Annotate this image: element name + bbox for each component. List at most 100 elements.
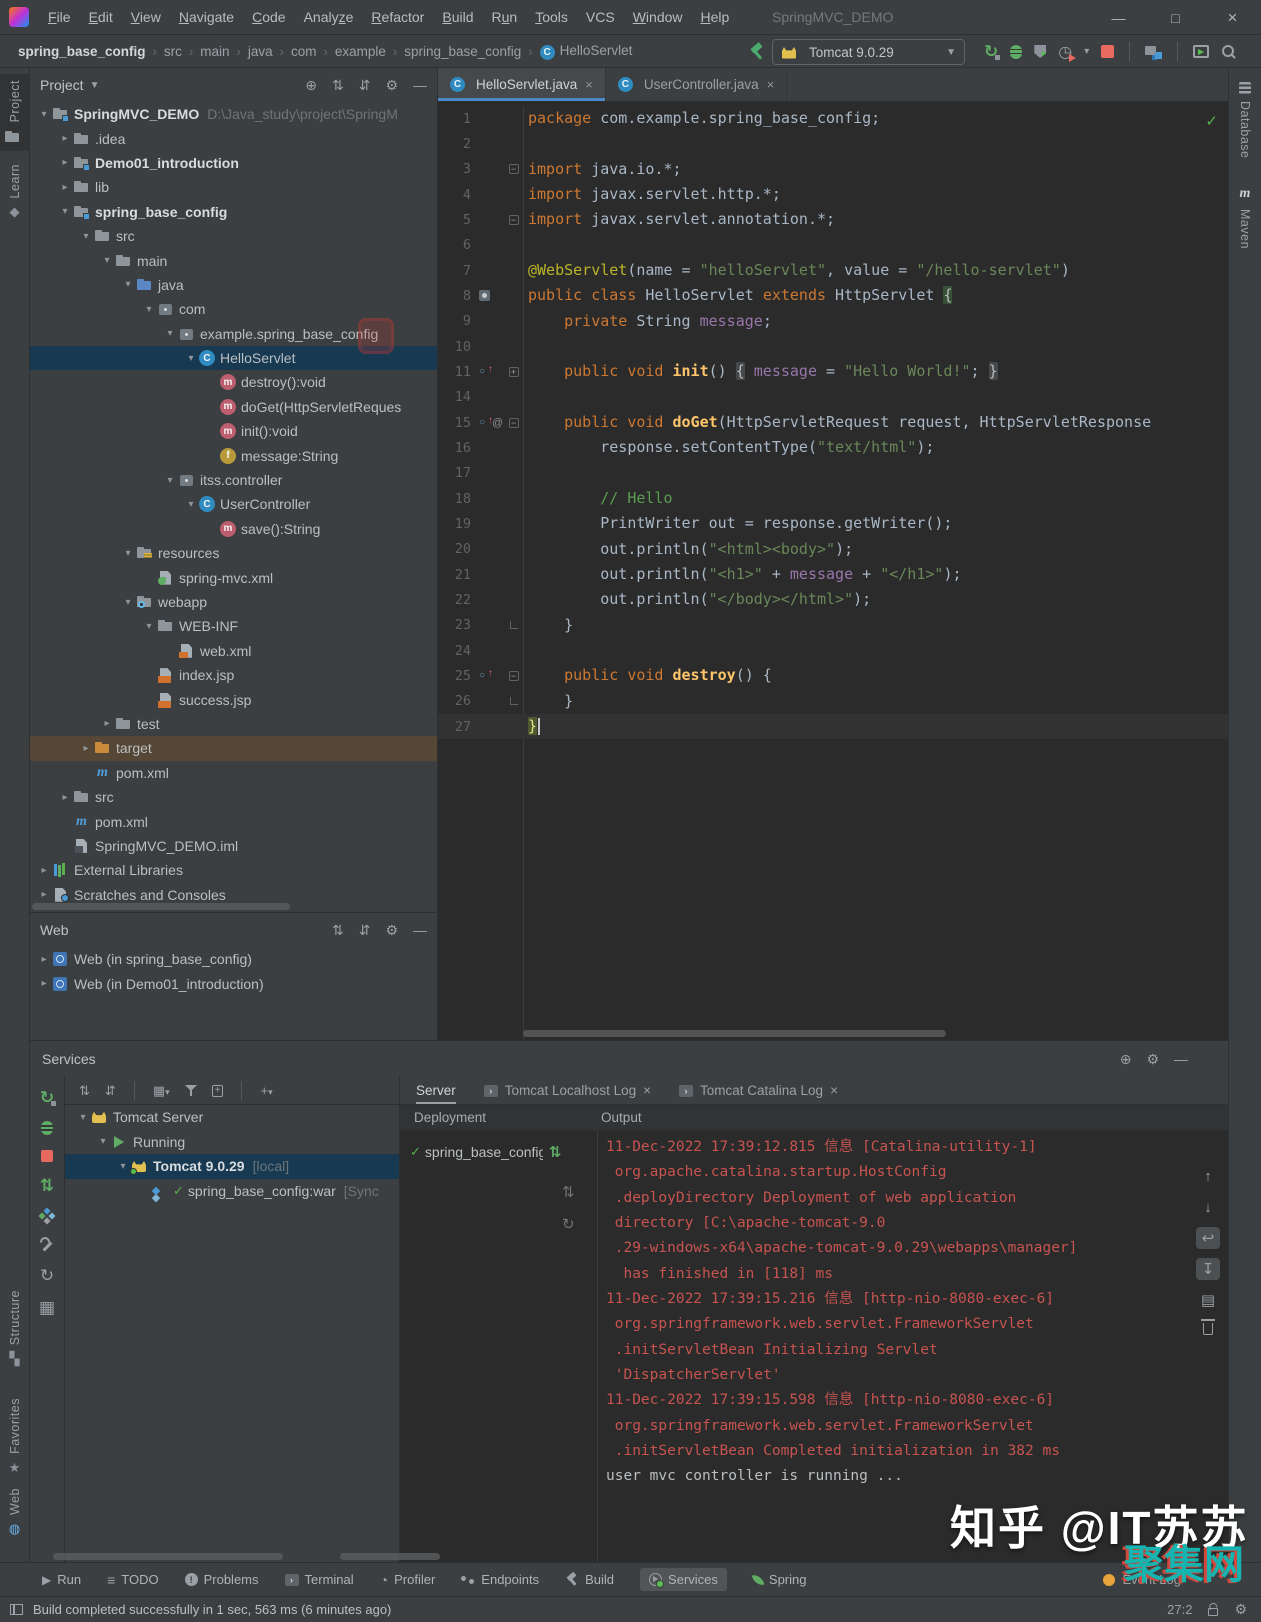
class-marker-icon[interactable] (479, 290, 490, 301)
tree-item-message-string[interactable]: message:String (30, 443, 437, 467)
code-line[interactable]: 22 out.println("</body></html>"); (438, 587, 1228, 612)
code-line[interactable]: 7@WebServlet(name = "helloServlet", valu… (438, 258, 1228, 283)
stripe-tab-project[interactable]: Project (0, 74, 29, 151)
tree-item-springmvc-demo[interactable]: ▾SpringMVC_DEMOD:\Java_study\project\Spr… (30, 102, 437, 126)
code-line[interactable]: 27} (438, 714, 1228, 739)
menu-run[interactable]: Run (483, 9, 527, 25)
stripe-tab-learn[interactable]: Learn◆ (0, 164, 29, 218)
tree-item-web-xml[interactable]: web.xml (30, 639, 437, 663)
web-item-web-in-demo01-introduction[interactable]: ▸Web (in Demo01_introduction) (30, 971, 437, 995)
rerun-button[interactable]: ↻ (984, 43, 998, 60)
add-frame-button[interactable]: + (212, 1085, 224, 1097)
chevron-down-icon[interactable]: ▾ (183, 499, 199, 510)
menu-file[interactable]: File (39, 9, 80, 25)
chevron-down-icon[interactable]: ▾ (120, 279, 136, 290)
close-button[interactable]: × (1204, 0, 1261, 35)
tree-item-src[interactable]: ▾src (30, 224, 437, 248)
scroll-to-end-button[interactable]: ↧ (1196, 1258, 1220, 1280)
stripe-tab-database[interactable]: Database (1229, 82, 1261, 159)
tree-item-target[interactable]: ▸target (30, 736, 437, 760)
collapse-all-button[interactable]: ⇵ (105, 1083, 116, 1099)
profiler-button[interactable]: ◷ (1058, 42, 1072, 62)
maximize-button[interactable]: □ (1147, 0, 1204, 35)
service-running[interactable]: ▾Running (65, 1130, 399, 1155)
chevron-down-icon[interactable]: ▾ (99, 255, 115, 266)
settings-gear-button[interactable]: ⚙ (385, 77, 398, 94)
refresh-button[interactable]: ↻ (40, 1267, 54, 1284)
horizontal-scrollbar[interactable] (340, 1553, 440, 1560)
tree-item-spring-base-config[interactable]: ▾spring_base_config (30, 200, 437, 224)
horizontal-scrollbar[interactable] (523, 1030, 946, 1037)
chevron-down-icon[interactable]: ▾ (57, 206, 73, 217)
code-line[interactable]: 17 (438, 461, 1228, 486)
breadcrumb-item-com[interactable]: com (291, 44, 317, 59)
lock-icon[interactable] (1208, 1608, 1218, 1616)
code-line[interactable]: 14 (438, 385, 1228, 410)
settings-gear-button[interactable]: ⚙ (385, 922, 398, 939)
services-tab-tomcat-catalina-log[interactable]: ›Tomcat Catalina Log× (679, 1077, 838, 1104)
menu-analyze[interactable]: Analyze (295, 9, 363, 25)
chevron-down-icon[interactable]: ▾ (183, 353, 199, 364)
column-divider[interactable] (597, 1131, 598, 1562)
tree-item-web-inf[interactable]: ▾WEB-INF (30, 614, 437, 638)
tree-item-main[interactable]: ▾main (30, 248, 437, 272)
chevron-right-icon[interactable]: ▸ (57, 182, 73, 193)
tree-item-demo01-introduction[interactable]: ▸Demo01_introduction (30, 151, 437, 175)
coverage-button[interactable] (1034, 45, 1046, 58)
run-anything-button[interactable] (1193, 45, 1209, 58)
settings-gear-button[interactable]: ⚙ (1146, 1051, 1159, 1068)
run-configuration-select[interactable]: Tomcat 9.0.29 ▼ (772, 39, 965, 65)
tab-usercontroller-java[interactable]: CUserController.java× (606, 68, 787, 101)
chevron-right-icon[interactable]: ▸ (57, 157, 73, 168)
code-line[interactable]: 21 out.println("<h1>" + message + "</h1>… (438, 562, 1228, 587)
close-icon[interactable]: × (643, 1083, 651, 1098)
clear-console-button[interactable] (1203, 1323, 1213, 1335)
code-line[interactable]: 24 (438, 638, 1228, 663)
close-icon[interactable]: × (585, 77, 593, 92)
override-icon[interactable] (479, 417, 491, 429)
code-line[interactable]: 26 } (438, 689, 1228, 714)
tree-item-doget-httpservletreques[interactable]: doGet(HttpServletReques (30, 395, 437, 419)
fold-toggle-icon[interactable]: − (509, 164, 519, 174)
chevron-right-icon[interactable]: ▸ (36, 865, 52, 876)
fold-toggle-icon[interactable]: − (509, 418, 519, 428)
toolwindow-button-run[interactable]: ▶Run (42, 1572, 81, 1587)
collapse-all-button[interactable]: ⇵ (359, 922, 371, 939)
tree-item-index-jsp[interactable]: index.jsp (30, 663, 437, 687)
minimize-button[interactable]: — (1090, 0, 1147, 35)
tree-item-save-string[interactable]: save():String (30, 517, 437, 541)
code-line[interactable]: 1package com.example.spring_base_config; (438, 106, 1228, 131)
toolwindow-button-services[interactable]: Services (640, 1568, 727, 1591)
build-hammer-icon[interactable] (748, 43, 766, 61)
chevron-down-icon[interactable]: ▾ (78, 231, 94, 242)
menu-navigate[interactable]: Navigate (170, 9, 243, 25)
chevron-down-icon[interactable]: ▾ (95, 1136, 111, 1147)
breadcrumb-item-spring-base-config[interactable]: spring_base_config (18, 44, 146, 59)
horizontal-scrollbar[interactable] (53, 1553, 283, 1560)
chevron-down-icon[interactable]: ▾ (141, 621, 157, 632)
debug-button[interactable] (1010, 45, 1022, 59)
group-by-button[interactable]: ▦▾ (153, 1083, 170, 1099)
menu-view[interactable]: View (122, 9, 170, 25)
close-icon[interactable]: × (767, 77, 775, 92)
override-icon[interactable] (479, 366, 491, 378)
tree-item-test[interactable]: ▸test (30, 712, 437, 736)
chevron-right-icon[interactable]: ▸ (57, 792, 73, 803)
chevron-right-icon[interactable]: ▸ (36, 889, 52, 900)
code-line[interactable]: 3−import java.io.*; (438, 157, 1228, 182)
chevron-down-icon[interactable]: ▾ (120, 597, 136, 608)
chevron-right-icon[interactable]: ▸ (99, 718, 115, 729)
code-line[interactable]: 18 // Hello (438, 486, 1228, 511)
stripe-tab-structure[interactable]: Structure▚ (0, 1290, 29, 1365)
chevron-down-icon[interactable]: ▾ (141, 304, 157, 315)
print-button[interactable]: ▤ (1196, 1289, 1220, 1311)
code-line[interactable]: 5−import javax.servlet.annotation.*; (438, 207, 1228, 232)
toolwindow-button-todo[interactable]: ≡TODO (107, 1572, 159, 1587)
editor-code[interactable]: 1package com.example.spring_base_config;… (438, 106, 1228, 1040)
menu-code[interactable]: Code (243, 9, 294, 25)
soft-wrap-button[interactable]: ↩ (1196, 1227, 1220, 1249)
add-service-button[interactable]: +▾ (260, 1083, 272, 1098)
tree-item-usercontroller[interactable]: ▾UserController (30, 492, 437, 516)
services-tab-tomcat-localhost-log[interactable]: ›Tomcat Localhost Log× (484, 1077, 651, 1104)
project-structure-button[interactable] (1145, 44, 1162, 59)
